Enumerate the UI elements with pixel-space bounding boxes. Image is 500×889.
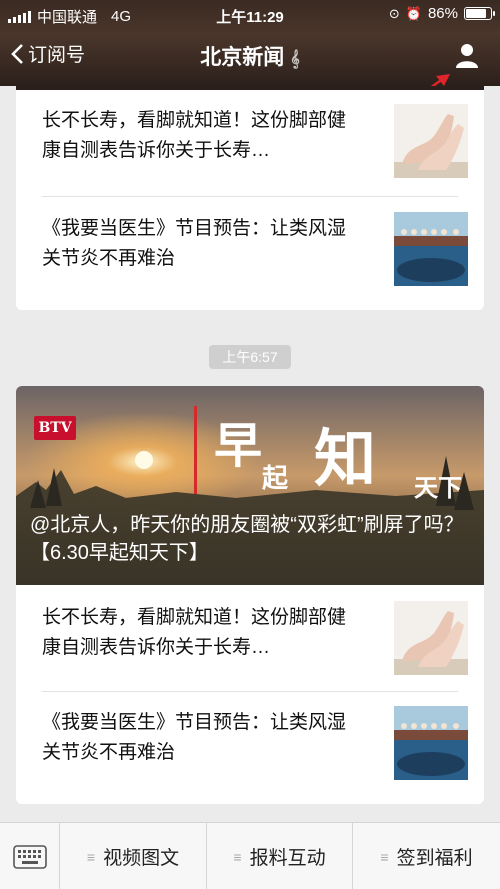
menu-item-label: 报料互动: [249, 848, 326, 869]
menu-list-icon: ≡: [86, 848, 96, 865]
menu-list-icon: ≡: [380, 848, 389, 865]
page-title: 北京新闻 𝄞: [0, 41, 500, 71]
keyboard-icon: [13, 845, 47, 869]
divider: [42, 691, 458, 692]
menu-item-videos[interactable]: ≡ 视频图文: [60, 823, 207, 889]
tv-studio-thumbnail: [394, 212, 468, 286]
alarm-icon: ⏰: [405, 5, 422, 21]
show-logo: 早 起 知 天下: [214, 406, 474, 506]
bottom-menu-bar: ≡ 视频图文 ≡ 报料互动 ≡ 签到福利: [0, 822, 500, 889]
article-row[interactable]: 《我要当医生》节目预告：让类风湿关节炎不再难治: [42, 694, 468, 790]
keyboard-toggle-button[interactable]: [0, 823, 60, 889]
tv-studio-thumbnail: [394, 706, 468, 780]
article-title: 《我要当医生》节目预告：让类风湿关节炎不再难治: [42, 712, 347, 763]
ear-icon: 𝄞: [290, 51, 300, 68]
menu-item-interaction[interactable]: ≡ 报料互动: [207, 823, 353, 889]
banner-caption: @北京人，昨天你的朋友圈被“双彩虹”刷屏了吗？【6.30早起知天下】: [30, 514, 464, 564]
battery-icon: [464, 7, 495, 20]
show-logo-char: 早: [214, 418, 263, 474]
page-title-text: 北京新闻: [200, 46, 285, 69]
menu-list-icon: ≡: [233, 848, 242, 865]
article-title: 长不长寿，看脚就知道！这份脚部健康自测表告诉你关于长寿…: [42, 607, 347, 658]
menu-item-label: 签到福利: [396, 848, 473, 869]
menu-item-checkin[interactable]: ≡ 签到福利: [353, 823, 500, 889]
banner-article[interactable]: BTV 早 起 知 天下 @北京人，昨天你的朋友圈被“双彩虹”刷屏了吗？【6.3…: [16, 386, 484, 585]
feet-thumbnail: [394, 601, 468, 675]
article-title: 《我要当医生》节目预告：让类风湿关节炎不再难治: [42, 218, 347, 269]
article-row[interactable]: 长不长寿，看脚就知道！这份脚部健康自测表告诉你关于长寿…: [42, 92, 468, 188]
feet-thumbnail: [394, 104, 468, 178]
profile-icon[interactable]: [452, 40, 482, 70]
divider: [42, 196, 458, 197]
show-logo-char: 知: [314, 422, 377, 495]
rotation-lock-icon: ⊙: [388, 5, 400, 21]
article-card-previous: 长不长寿，看脚就知道！这份脚部健康自测表告诉你关于长寿… 《我要当医生》节目预告…: [16, 86, 484, 310]
battery-percent: 86%: [427, 5, 458, 22]
article-row[interactable]: 长不长寿，看脚就知道！这份脚部健康自测表告诉你关于长寿…: [42, 589, 468, 685]
article-title: 长不长寿，看脚就知道！这份脚部健康自测表告诉你关于长寿…: [42, 110, 347, 161]
article-card-main: BTV 早 起 知 天下 @北京人，昨天你的朋友圈被“双彩虹”刷屏了吗？【6.3…: [16, 386, 484, 804]
show-logo-char: 天下: [414, 473, 462, 502]
btv-logo: BTV: [34, 416, 76, 440]
message-timestamp: 上午6:57: [209, 345, 291, 369]
show-logo-char: 起: [262, 464, 289, 494]
status-bar: 中国联通 4G 上午11:29 ⊙ ⏰ 86%: [0, 0, 500, 30]
article-row[interactable]: 《我要当医生》节目预告：让类风湿关节炎不再难治: [42, 200, 468, 296]
menu-item-label: 视频图文: [103, 848, 180, 869]
